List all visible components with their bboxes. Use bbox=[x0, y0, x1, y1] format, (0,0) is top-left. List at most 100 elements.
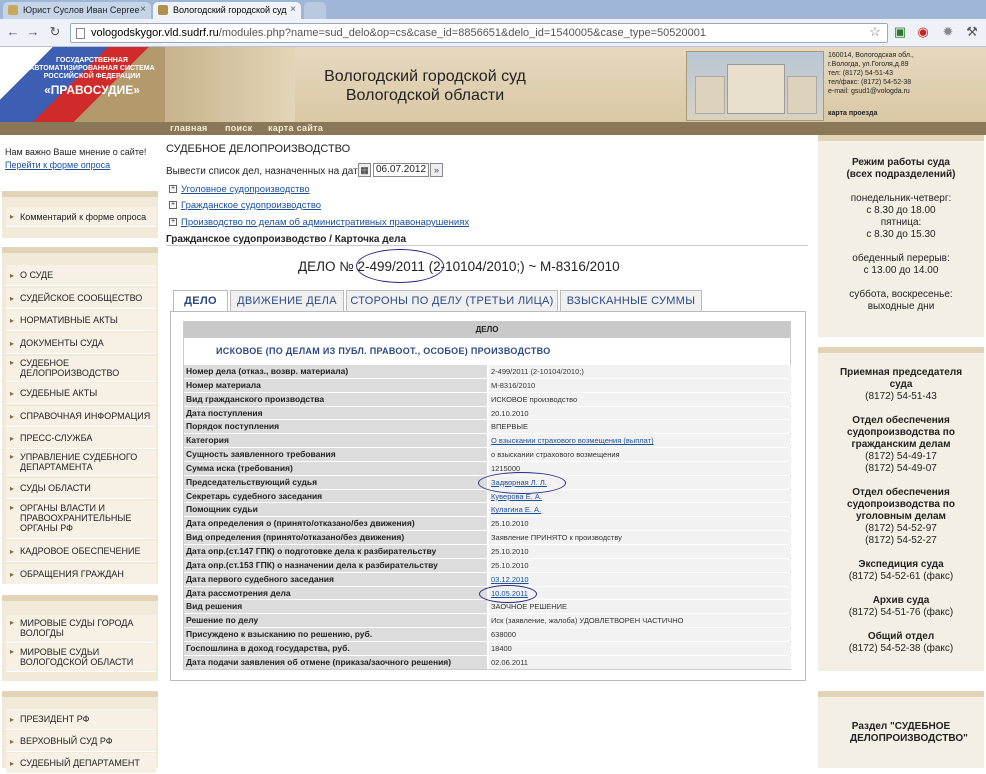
row-value: 20.10.2010 bbox=[489, 406, 791, 420]
menu-item-magistrates-region[interactable]: МИРОВЫЕ СУДЬИ ВОЛОГОДСКОЙ ОБЛАСТИ bbox=[6, 644, 156, 672]
table-row: Присуждено к взысканию по решению, руб. 6… bbox=[184, 627, 791, 642]
table-header: ДЕЛО bbox=[184, 322, 790, 338]
row-label: Категория bbox=[184, 434, 487, 448]
star-icon[interactable]: ☆ bbox=[867, 24, 883, 40]
comment-link[interactable]: Комментарий к форме опроса bbox=[6, 207, 156, 227]
menu-item-proceedings[interactable]: СУДЕБНОЕ ДЕЛОПРОИЗВОДСТВО bbox=[6, 356, 156, 382]
menu-item-acts[interactable]: НОРМАТИВНЫЕ АКТЫ bbox=[6, 310, 156, 331]
go-button[interactable]: » bbox=[430, 163, 443, 177]
row-label: Сущность заявленного требования bbox=[184, 448, 487, 462]
contact-line: тел: (8172) 54-51-43 bbox=[828, 70, 893, 77]
expand-icon[interactable]: + bbox=[169, 218, 177, 226]
poll-link[interactable]: Перейти к форме опроса bbox=[5, 160, 110, 170]
browser-toolbar: ← → ↻ vologodskygor.vld.sudrf.ru/modules… bbox=[0, 19, 986, 47]
hours-line: суббота, воскресенье: bbox=[849, 289, 953, 300]
menu-item-community[interactable]: СУДЕЙСКОЕ СООБЩЕСТВО bbox=[6, 288, 156, 309]
back-icon[interactable]: ← bbox=[6, 25, 20, 39]
paw-icon[interactable]: ✹ bbox=[940, 24, 956, 40]
row-label: Дата первого судебного заседания bbox=[184, 572, 487, 586]
category-admin[interactable]: Производство по делам об административны… bbox=[181, 217, 469, 228]
menu-item-department[interactable]: УПРАВЛЕНИЕ СУДЕБНОГО ДЕПАРТАМЕНТА bbox=[6, 450, 156, 476]
main-menu-box: О СУДЕ СУДЕЙСКОЕ СООБЩЕСТВО НОРМАТИВНЫЕ … bbox=[2, 247, 158, 585]
row-label: Дата определения о (принято/отказано/без… bbox=[184, 517, 487, 531]
contact-phone: (8172) 54-52-61 (факс) bbox=[848, 571, 954, 582]
row-label: Решение по делу bbox=[184, 614, 487, 628]
table-row: Дата опр.(ст.153 ГПК) о назначении дела … bbox=[184, 557, 791, 572]
close-tab-icon[interactable]: × bbox=[290, 2, 296, 18]
link-president[interactable]: ПРЕЗИДЕНТ РФ bbox=[6, 709, 156, 730]
url-path: /modules.php?name=sud_delo&op=cs&case_id… bbox=[218, 27, 706, 39]
row-value[interactable]: Кулагина Е. А. bbox=[489, 503, 791, 517]
link-judicial-department[interactable]: СУДЕБНЫЙ ДЕПАРТАМЕНТ bbox=[6, 753, 156, 774]
date-input[interactable]: 06.07.2012 bbox=[373, 163, 429, 177]
address-bar[interactable]: vologodskygor.vld.sudrf.ru/modules.php?n… bbox=[70, 23, 888, 43]
pravosudie-logo[interactable]: ГОСУДАРСТВЕННАЯ АВТОМАТИЗИРОВАННАЯ СИСТЕ… bbox=[0, 47, 165, 122]
contact-phone: (8172) 54-49-17 bbox=[865, 451, 937, 462]
tab-movement[interactable]: ДВИЖЕНИЕ ДЕЛА bbox=[230, 290, 344, 311]
contact-phone: (8172) 54-51-43 bbox=[865, 391, 937, 402]
menu-item-reference[interactable]: СПРАВОЧНАЯ ИНФОРМАЦИЯ bbox=[6, 406, 156, 427]
reload-icon[interactable]: ↻ bbox=[48, 25, 62, 39]
menu-item-press[interactable]: ПРЕСС-СЛУЖБА bbox=[6, 428, 156, 449]
case-number-rest: (2-10104/2010;) ~ М-8316/2010 bbox=[428, 259, 620, 274]
menu-item-magistrates-city[interactable]: МИРОВЫЕ СУДЫ ГОРОДА ВОЛОГДЫ bbox=[6, 615, 156, 643]
menu-home[interactable]: главная bbox=[170, 123, 208, 133]
menu-item-appeals[interactable]: ОБРАЩЕНИЯ ГРАЖДАН bbox=[6, 564, 156, 585]
row-value: о взыскании страхового возмещения bbox=[489, 448, 791, 462]
contact-phone: (8172) 54-52-97 bbox=[865, 523, 937, 534]
favicon-icon bbox=[158, 5, 168, 15]
row-value: Иск (заявление, жалоба) УДОВЛЕТВОРЕН ЧАС… bbox=[489, 614, 791, 628]
forward-icon[interactable]: → bbox=[26, 25, 40, 39]
hours-line: с 8.30 до 18.00 bbox=[866, 205, 936, 216]
calendar-icon[interactable]: ▦ bbox=[358, 163, 371, 177]
row-value: 18400 bbox=[489, 641, 791, 655]
map-link[interactable]: карта проезда bbox=[828, 110, 877, 117]
menu-sitemap[interactable]: карта сайта bbox=[268, 123, 323, 133]
browser-tab-bar: Юрист Суслов Иван Сергее × Вологодский г… bbox=[0, 0, 986, 19]
table-row: Вид определения (принято/отказано/без дв… bbox=[184, 530, 791, 545]
section-title: СУДЕБНОЕ ДЕЛОПРОИЗВОДСТВО bbox=[166, 143, 351, 155]
hours-line: выходные дни bbox=[867, 301, 935, 312]
tab-case[interactable]: ДЕЛО bbox=[173, 290, 228, 312]
table-row: Вид решения ЗАОЧНОЕ РЕШЕНИЕ bbox=[184, 599, 791, 614]
category-civil[interactable]: Гражданское судопроизводство bbox=[181, 200, 321, 211]
contact-line: e-mail: gsud1@vologda.ru bbox=[828, 88, 910, 95]
menu-item-staff[interactable]: КАДРОВОЕ ОБЕСПЕЧЕНИЕ bbox=[6, 541, 156, 562]
menu-item-documents[interactable]: ДОКУМЕНТЫ СУДА bbox=[6, 333, 156, 354]
opera-icon[interactable]: ◉ bbox=[915, 24, 931, 40]
contact-title: Экспедиция суда bbox=[858, 559, 944, 570]
menu-search[interactable]: поиск bbox=[225, 123, 252, 133]
contact-title: Приемная председателя суда bbox=[839, 367, 963, 390]
wrench-icon[interactable]: ⚒ bbox=[964, 24, 980, 40]
row-value[interactable]: О взыскании страхового возмещения (выпла… bbox=[489, 434, 791, 448]
browser-tab[interactable]: Юрист Суслов Иван Сергее × bbox=[3, 2, 151, 19]
menu-item-court-acts[interactable]: СУДЕБНЫЕ АКТЫ bbox=[6, 383, 156, 404]
site-menu-bar: главная поиск карта сайта карта проезда bbox=[0, 110, 986, 135]
working-hours-box: Режим работы суда (всех подразделений) п… bbox=[818, 135, 984, 337]
comment-box: Комментарий к форме опроса bbox=[2, 191, 158, 238]
menu-item-authorities[interactable]: ОРГАНЫ ВЛАСТИ И ПРАВООХРАНИТЕЛЬНЫЕ ОРГАН… bbox=[6, 501, 156, 539]
tab-amounts[interactable]: ВЗЫСКАННЫЕ СУММЫ bbox=[560, 290, 702, 311]
category-criminal[interactable]: Уголовное судопроизводство bbox=[181, 184, 310, 195]
tab-parties[interactable]: СТОРОНЫ ПО ДЕЛУ (ТРЕТЬИ ЛИЦА) bbox=[346, 290, 558, 311]
case-heading: ДЕЛО № 2-499/2011 (2-10104/2010;) ~ М-83… bbox=[298, 259, 620, 274]
row-value[interactable]: 03.12.2010 bbox=[489, 572, 791, 586]
court-title: Вологодский городской суд Вологодской об… bbox=[295, 67, 555, 105]
logo-text: ГОСУДАРСТВЕННАЯ АВТОМАТИЗИРОВАННАЯ СИСТЕ… bbox=[29, 57, 155, 80]
row-value: 25.10.2010 bbox=[489, 544, 791, 558]
expand-icon[interactable]: + bbox=[169, 185, 177, 193]
contact-phone: (8172) 54-49-07 bbox=[865, 463, 937, 474]
row-label: Вид определения (принято/отказано/без дв… bbox=[184, 531, 487, 545]
menu-item-region-courts[interactable]: СУДЫ ОБЛАСТИ bbox=[6, 478, 156, 499]
browser-tab-active[interactable]: Вологодский городской суд × bbox=[153, 2, 301, 19]
link-supreme-court[interactable]: ВЕРХОВНЫЙ СУД РФ bbox=[6, 731, 156, 752]
expand-icon[interactable]: + bbox=[169, 201, 177, 209]
row-value: ИСКОВОЕ производство bbox=[489, 392, 791, 406]
menu-item-about[interactable]: О СУДЕ bbox=[6, 265, 156, 286]
row-label: Госпошлина в доход государства, руб. bbox=[184, 641, 487, 655]
contact-line: г.Вологда, ул.Гоголя,д.89 bbox=[828, 61, 909, 68]
extension-icon[interactable]: ▣ bbox=[892, 24, 908, 40]
close-tab-icon[interactable]: × bbox=[140, 2, 146, 18]
right-sidebar: Режим работы суда (всех подразделений) п… bbox=[818, 135, 984, 768]
new-tab-button[interactable] bbox=[304, 2, 326, 19]
